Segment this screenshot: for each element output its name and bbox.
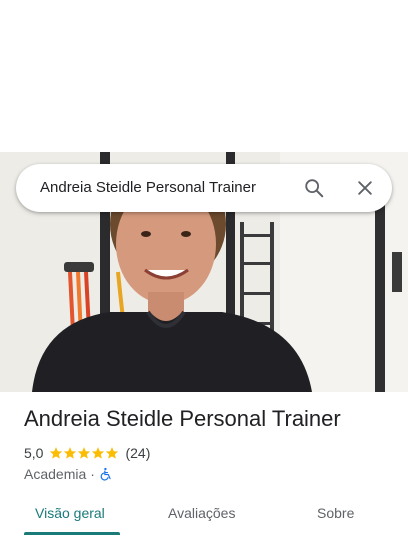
star-icon	[92, 447, 105, 459]
place-category: Academia	[24, 466, 87, 482]
rating-value: 5,0	[24, 445, 44, 461]
tab-overview[interactable]: Visão geral	[35, 494, 105, 534]
place-title: Andreia Steidle Personal Trainer	[24, 406, 341, 431]
search-bar[interactable]: Andreia Steidle Personal Trainer	[16, 164, 392, 212]
tab-about[interactable]: Sobre	[317, 494, 354, 534]
star-rating	[49, 446, 119, 460]
star-icon	[64, 447, 77, 459]
active-tab-indicator	[24, 532, 120, 535]
star-icon	[78, 447, 91, 459]
review-count[interactable]: (24)	[125, 445, 150, 461]
search-input[interactable]: Andreia Steidle Personal Trainer	[40, 164, 256, 212]
rating-row[interactable]: 5,0 (24)	[24, 444, 150, 462]
search-icon[interactable]	[302, 176, 326, 200]
separator-dot: ·	[90, 466, 95, 482]
tab-reviews[interactable]: Avaliações	[168, 494, 235, 534]
close-icon[interactable]	[353, 176, 377, 200]
star-icon	[50, 447, 63, 459]
wheelchair-accessible-icon[interactable]	[99, 467, 113, 481]
tab-bar: Visão geral Avaliações Sobre	[0, 494, 408, 538]
category-row: Academia ·	[24, 465, 113, 483]
star-icon	[106, 447, 119, 459]
